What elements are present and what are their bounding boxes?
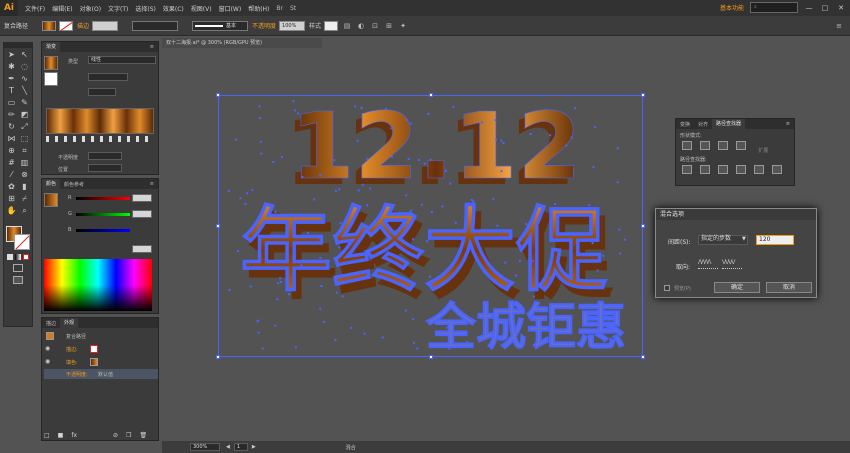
orientation-label: 取向: bbox=[676, 264, 691, 271]
pathfinders-row bbox=[676, 163, 794, 178]
handle-top-middle[interactable] bbox=[429, 93, 433, 97]
spacing-dropdown-icon[interactable]: ▼ bbox=[742, 236, 746, 242]
preview-checkbox[interactable] bbox=[664, 285, 670, 291]
tab-transform[interactable]: 变换 bbox=[676, 121, 694, 128]
spacing-select-value: 指定的步数 bbox=[701, 235, 732, 242]
preview-label: 预览(P) bbox=[674, 286, 691, 292]
handle-bottom-left[interactable] bbox=[216, 355, 220, 359]
handle-bottom-right[interactable] bbox=[641, 355, 645, 359]
status-bar: 300% ◀ 1 ▶ 混合 bbox=[162, 441, 850, 453]
align-to-page-icon[interactable]: ⋀⋀⋀⋀ bbox=[698, 259, 718, 269]
crop-icon[interactable] bbox=[736, 165, 746, 174]
expand-button[interactable]: 扩展 bbox=[758, 148, 768, 154]
handle-top-right[interactable] bbox=[641, 93, 645, 97]
tab-pathfinder[interactable]: 路径查找器 bbox=[712, 119, 746, 129]
align-to-path-icon[interactable]: ⋁⋁⋁⋁ bbox=[722, 259, 742, 269]
blend-dialog-title[interactable]: 混合选项 bbox=[656, 209, 816, 220]
pathfinder-menu-icon[interactable]: ≡ bbox=[782, 121, 794, 127]
pathfinder-tabbar: 变换 对齐 路径查找器 ≡ bbox=[676, 119, 794, 129]
blend-options-dialog: 混合选项 间距(S): 指定的步数 ▼ 120 取向: ⋀⋀⋀⋀ ⋁⋁⋁⋁ 预览… bbox=[655, 208, 817, 298]
divide-icon[interactable] bbox=[682, 165, 692, 174]
cancel-button[interactable]: 取消 bbox=[766, 282, 812, 293]
minus-back-icon[interactable] bbox=[772, 165, 782, 174]
trim-icon[interactable] bbox=[700, 165, 710, 174]
illustrator-window: Ai 文件(F) 编辑(E) 对象(O) 文字(T) 选择(S) 效果(C) 视… bbox=[0, 0, 850, 453]
selection-bounding-box[interactable] bbox=[216, 93, 645, 359]
unite-icon[interactable] bbox=[682, 141, 692, 150]
shape-modes-row: 扩展 bbox=[676, 139, 794, 154]
prev-artboard-icon[interactable]: ◀ bbox=[226, 444, 230, 450]
zoom-field[interactable]: 300% bbox=[190, 443, 220, 451]
handle-middle-right[interactable] bbox=[641, 224, 645, 228]
shape-modes-label: 形状模式: bbox=[680, 133, 702, 139]
merge-icon[interactable] bbox=[718, 165, 728, 174]
pathfinder-panel: 变换 对齐 路径查找器 ≡ 形状模式: 扩展 路径查找器: bbox=[675, 118, 795, 186]
ok-button[interactable]: 确定 bbox=[714, 282, 760, 293]
intersect-icon[interactable] bbox=[718, 141, 728, 150]
steps-input[interactable]: 120 bbox=[756, 235, 794, 245]
outline-icon[interactable] bbox=[754, 165, 764, 174]
tab-align[interactable]: 对齐 bbox=[694, 121, 712, 128]
handle-middle-left[interactable] bbox=[216, 224, 220, 228]
exclude-icon[interactable] bbox=[736, 141, 746, 150]
status-tool-label: 混合 bbox=[345, 444, 356, 451]
next-artboard-icon[interactable]: ▶ bbox=[252, 444, 256, 450]
spacing-label: 间距(S): bbox=[668, 239, 691, 246]
minus-front-icon[interactable] bbox=[700, 141, 710, 150]
spacing-select[interactable]: 指定的步数 bbox=[698, 235, 748, 245]
handle-top-left[interactable] bbox=[216, 93, 220, 97]
handle-bottom-middle[interactable] bbox=[429, 355, 433, 359]
artboard-number-field[interactable]: 1 bbox=[233, 443, 248, 451]
pathfinders-label: 路径查找器: bbox=[680, 157, 707, 163]
